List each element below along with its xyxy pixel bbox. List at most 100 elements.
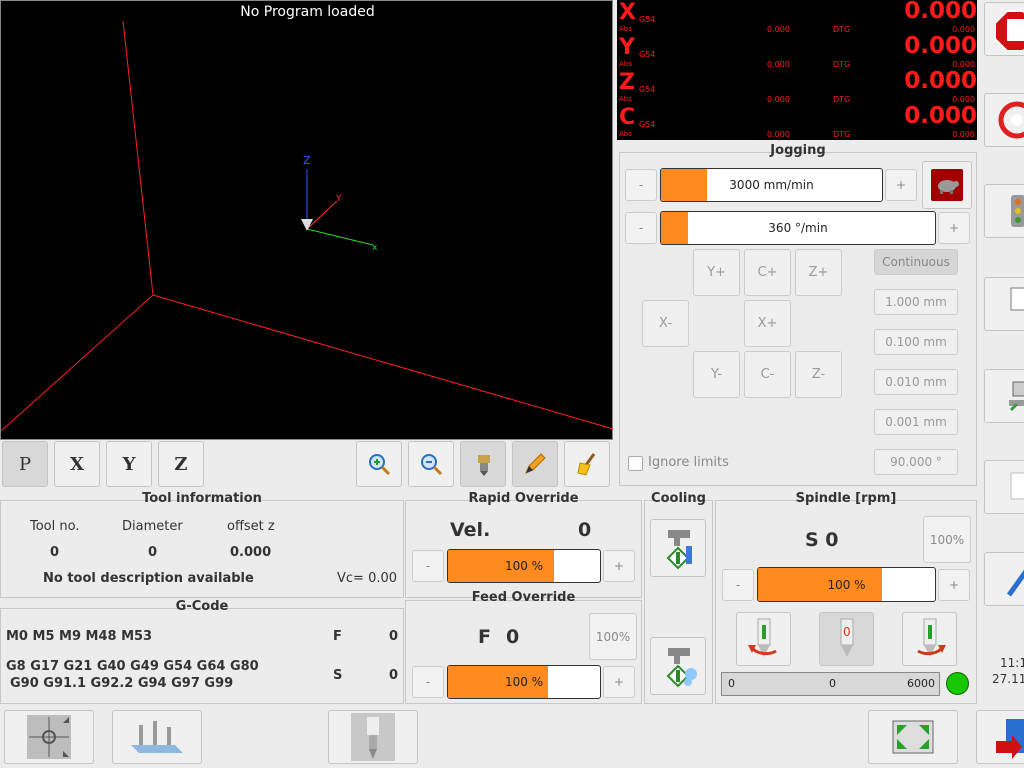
power-icon [998,101,1024,139]
fullscreen-button[interactable] [868,710,958,764]
preview-3d-viewport[interactable]: Z x Y No Program loaded [0,0,614,440]
dro-abs-value: 0.000 [767,25,790,34]
jog-angular-minus-button[interactable]: - [625,212,657,244]
coolant-flood-button[interactable] [650,519,706,577]
feed-minus-button[interactable]: - [412,666,444,698]
mode-manual-button[interactable] [984,369,1024,423]
gcode-title: G-Code [175,599,229,614]
dro-axis-label: C [619,105,636,130]
dro-dtg-label: DTG [833,130,851,139]
increment-0.001mm-button[interactable]: 0.001 mm [874,409,958,435]
settings-button[interactable] [984,552,1024,606]
jog-speed-minus-button[interactable]: - [625,169,657,201]
dro-position-value: 0.000 [904,0,977,24]
zoom-in-button[interactable] [356,441,402,487]
jog-speed-plus-button[interactable]: + [885,169,917,201]
jog-slow-mode-button[interactable] [922,161,972,209]
dro-abs-label: Abs [619,25,632,33]
jog-z-minus-button[interactable]: Z- [795,351,842,398]
rapid-plus-button[interactable]: + [603,550,635,582]
tool-no-header: Tool no. [30,519,80,534]
rapid-vel-value: 0 [578,519,592,541]
dro-row-y: Y G54 Abs 0.000 DTG 0.000 0.000 [617,33,977,70]
clear-path-button[interactable] [564,441,610,487]
increment-0.01mm-button[interactable]: 0.010 mm [874,369,958,395]
jog-angular-speed-slider[interactable]: 360 °/min [660,211,936,245]
feed-override-slider[interactable]: 100 % [447,665,601,699]
show-tool-button[interactable] [460,441,506,487]
rapid-minus-button[interactable]: - [412,550,444,582]
mist-coolant-icon [666,648,697,688]
dro-axis-label: Z [619,70,635,95]
dro-row-z: Z G54 Abs 0.000 DTG 0.000 0.000 [617,68,977,105]
ignore-limits-checkbox[interactable] [628,456,643,471]
boundary-line [152,294,614,430]
spindle-stop-label: 0 [843,625,851,639]
jog-linear-speed-slider[interactable]: 3000 mm/min [660,168,883,202]
exit-button[interactable] [976,710,1024,764]
feed-override-title: Feed Override [471,590,576,605]
tool-change-icon [351,713,395,761]
spindle-stop-button[interactable]: 0 [819,612,874,666]
view-z-button[interactable]: Z [158,441,204,487]
jog-c-minus-button[interactable]: C- [744,351,791,398]
diameter-header: Diameter [122,519,183,534]
dro-abs-value: 0.000 [767,60,790,69]
machine-power-button[interactable] [984,93,1024,147]
active-gcodes-line1: G8 G17 G21 G40 G49 G54 G64 G80 [6,659,259,674]
increment-1mm-button[interactable]: 1.000 mm [874,289,958,315]
clock-date: 27.11 [992,672,1024,686]
boundary-line [1,294,154,432]
view-y-button[interactable]: Y [106,441,152,487]
jog-x-minus-button[interactable]: X- [642,300,689,347]
view-p-label: P [18,453,32,475]
x-axis-label: x [372,243,378,253]
spindle-plus-button[interactable]: + [938,569,970,601]
emergency-stop-button[interactable] [984,2,1024,56]
show-path-button[interactable] [512,441,558,487]
rapid-override-slider[interactable]: 100 % [447,549,601,583]
mode-mdi-button[interactable] [984,277,1024,331]
spindle-ccw-button[interactable] [736,612,791,666]
tool-table-button[interactable] [112,710,202,764]
mode-edit-button[interactable] [984,460,1024,514]
mode-auto-button[interactable] [984,184,1024,238]
increment-0.1mm-button[interactable]: 0.100 mm [874,329,958,355]
spindle-speed-bar: 0 0 6000 [721,672,940,696]
y-axis-line [306,200,338,230]
dro-abs-value: 0.000 [767,95,790,104]
feed-reset-button[interactable]: 100% [589,613,637,660]
spindle-override-slider[interactable]: 100 % [757,567,936,602]
spindle-ccw-icon [747,618,777,657]
zoom-out-button[interactable] [408,441,454,487]
jog-x-plus-button[interactable]: X+ [744,300,791,347]
dro-panel: X G54 Abs 0.000 DTG 0.000 0.000 Y G54 Ab… [617,0,977,140]
spindle-reset-button[interactable]: 100% [923,516,971,563]
view-x-button[interactable]: X [54,441,100,487]
angular-increment-button[interactable]: 90.000 ° [874,449,958,475]
jog-c-plus-button[interactable]: C+ [744,249,791,296]
gcode-f-label: F [333,629,342,644]
jog-z-plus-button[interactable]: Z+ [795,249,842,296]
view-perspective-button[interactable]: P [2,441,48,487]
tool-change-button[interactable] [328,710,418,764]
touch-off-button[interactable] [4,710,94,764]
spindle-title: Spindle [rpm] [795,491,897,506]
offset-z-value: 0.000 [230,545,272,560]
mdi-icon [1010,287,1024,311]
dro-dtg-label: DTG [833,60,851,69]
coolant-mist-button[interactable] [650,637,706,695]
dro-position-value: 0.000 [904,68,977,94]
y-axis-label: Y [335,194,342,204]
tool-no-value: 0 [50,545,60,560]
viewport-title: No Program loaded [240,4,375,20]
dro-coord-system: G54 [639,50,656,59]
jog-y-plus-button[interactable]: Y+ [693,249,740,296]
spindle-minus-button[interactable]: - [722,569,754,601]
increment-continuous-button[interactable]: Continuous [874,249,958,275]
jog-y-minus-button[interactable]: Y- [693,351,740,398]
jog-angular-plus-button[interactable]: + [938,212,970,244]
feed-plus-button[interactable]: + [603,666,635,698]
spindle-cw-button[interactable] [902,612,957,666]
clock-time: 11:1 [1000,656,1024,670]
